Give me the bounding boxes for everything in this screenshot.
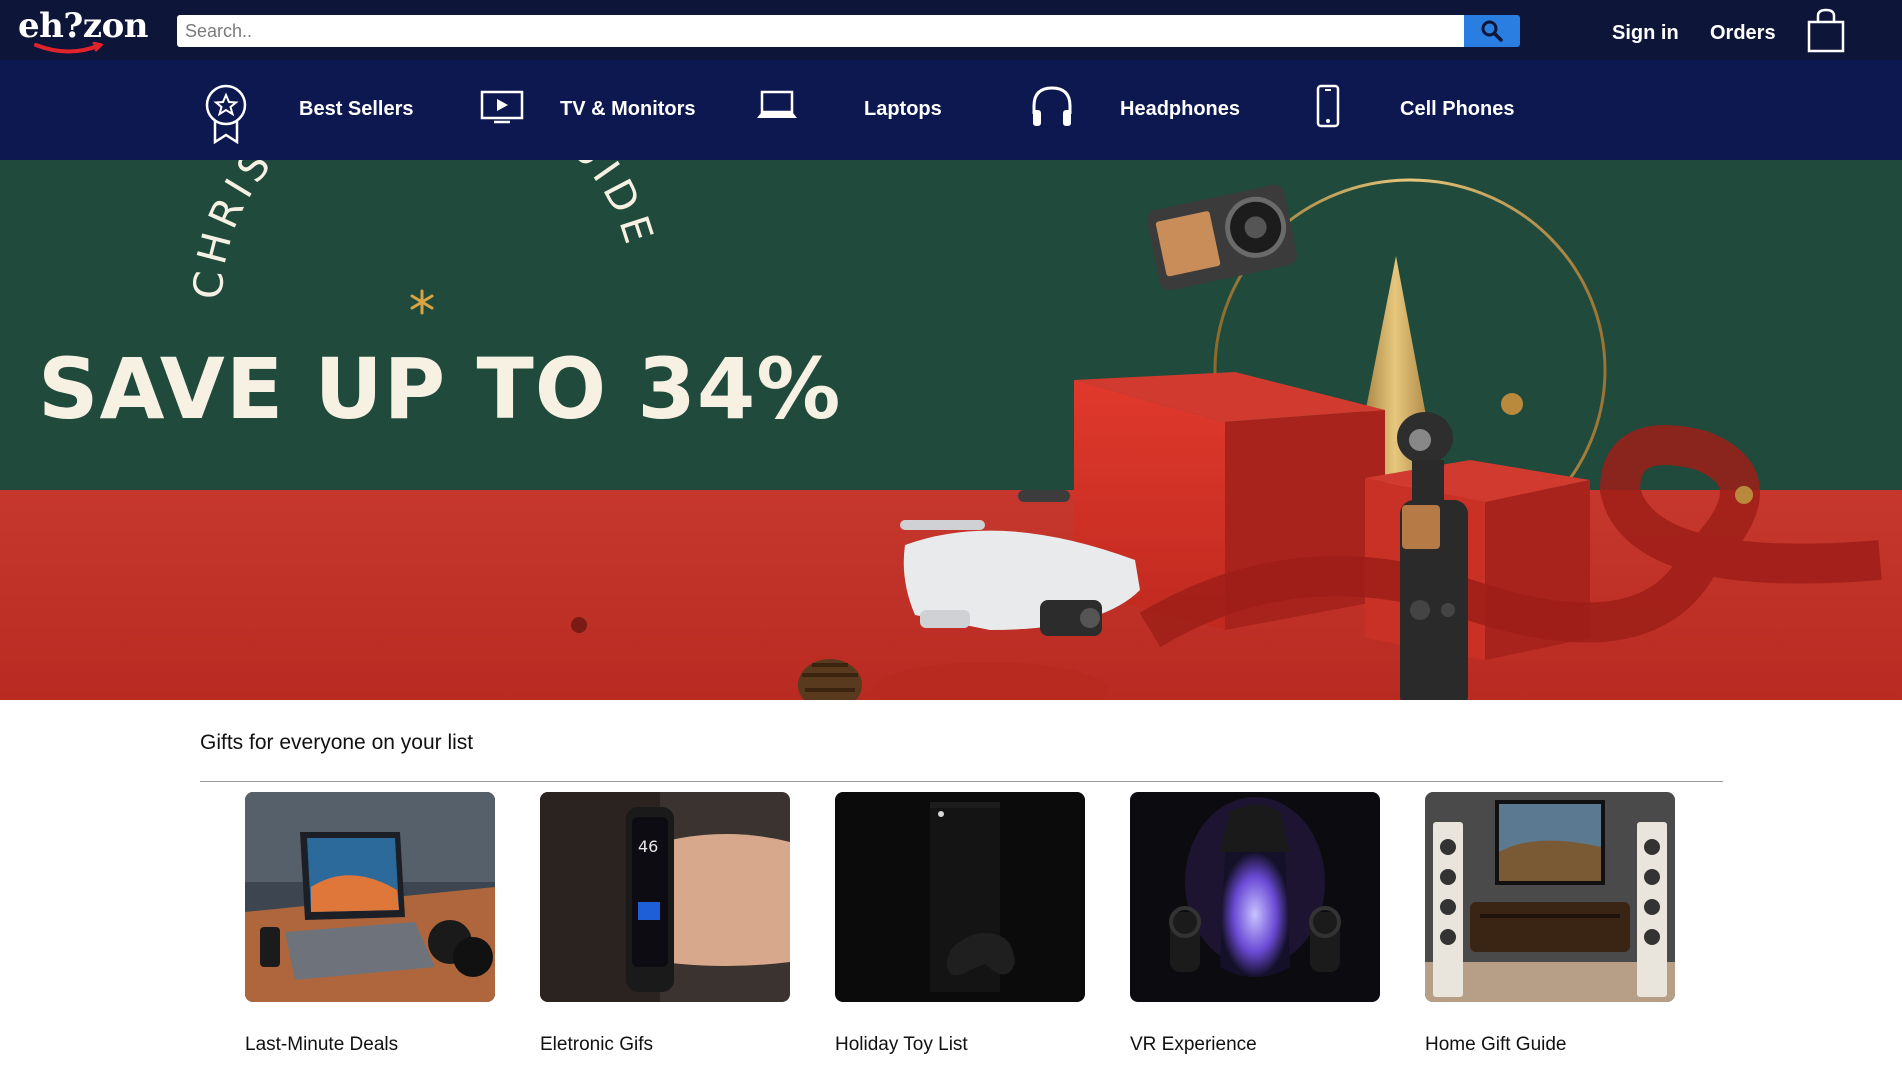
pinecone-decoration [798, 659, 862, 700]
category-label: Headphones [1120, 98, 1241, 120]
svg-text:46: 46 [638, 837, 658, 856]
hero-headline: SAVE UP TO 34% [38, 340, 842, 438]
category-label: TV & Monitors [560, 98, 696, 120]
gift-card-label[interactable]: VR Experience [1130, 1034, 1257, 1056]
gimbal-camera-image [1397, 412, 1468, 700]
headphones-icon [1032, 86, 1072, 126]
gift-card-vr-experience[interactable]: VR Experience [1130, 792, 1380, 1055]
gift-card-label[interactable]: Home Gift Guide [1425, 1034, 1567, 1056]
search-input[interactable] [177, 15, 1464, 47]
section-divider [200, 781, 1723, 782]
cell-phone-icon [1316, 84, 1340, 128]
shopping-bag-icon[interactable] [1806, 8, 1846, 54]
svg-text:CHRISTMAS GIFT GUIDE: CHRISTMAS GIFT GUIDE [185, 160, 663, 301]
sign-in-link[interactable]: Sign in [1612, 22, 1679, 45]
gift-card-image[interactable] [1130, 792, 1380, 1002]
gift-card-electronic-gifts[interactable]: 46 Eletronic Gifs [540, 792, 790, 1055]
gift-card-label[interactable]: Last-Minute Deals [245, 1034, 398, 1056]
hero-banner[interactable]: CHRISTMAS GIFT GUIDE [0, 160, 1902, 700]
category-label: Cell Phones [1400, 98, 1515, 120]
search-button[interactable] [1464, 15, 1520, 47]
category-nav: Best Sellers TV & Monitors Laptops Headp… [0, 60, 1902, 160]
gifts-section-title: Gifts for everyone on your list [200, 731, 474, 754]
orders-link[interactable]: Orders [1710, 22, 1776, 45]
gift-card-last-minute-deals[interactable]: Last-Minute Deals [245, 792, 495, 1055]
gift-card-image[interactable] [835, 792, 1085, 1002]
hero-arc-title: CHRISTMAS GIFT GUIDE [185, 160, 657, 301]
sparkle-icon [410, 289, 434, 315]
gift-card-image[interactable] [1425, 792, 1675, 1002]
category-label: Best Sellers [299, 98, 414, 120]
tv-icon [480, 90, 524, 124]
gift-card-image[interactable] [245, 792, 495, 1002]
search-icon [1481, 20, 1503, 42]
gift-card-label[interactable]: Holiday Toy List [835, 1034, 968, 1056]
top-header: eh?zon Sign in Orders [0, 0, 1902, 60]
category-label: Laptops [864, 98, 942, 120]
award-ribbon-icon [205, 84, 247, 144]
action-camera-image [1146, 184, 1298, 291]
gift-card-holiday-toy-list[interactable]: Holiday Toy List [835, 792, 1085, 1055]
gift-card-home-gift-guide[interactable]: Home Gift Guide [1425, 792, 1675, 1055]
gift-card-image[interactable]: 46 [540, 792, 790, 1002]
laptop-icon [757, 90, 797, 118]
logo-smile-icon [34, 42, 104, 54]
site-logo[interactable]: eh?zon [18, 6, 148, 46]
gift-card-label[interactable]: Eletronic Gifs [540, 1034, 653, 1056]
